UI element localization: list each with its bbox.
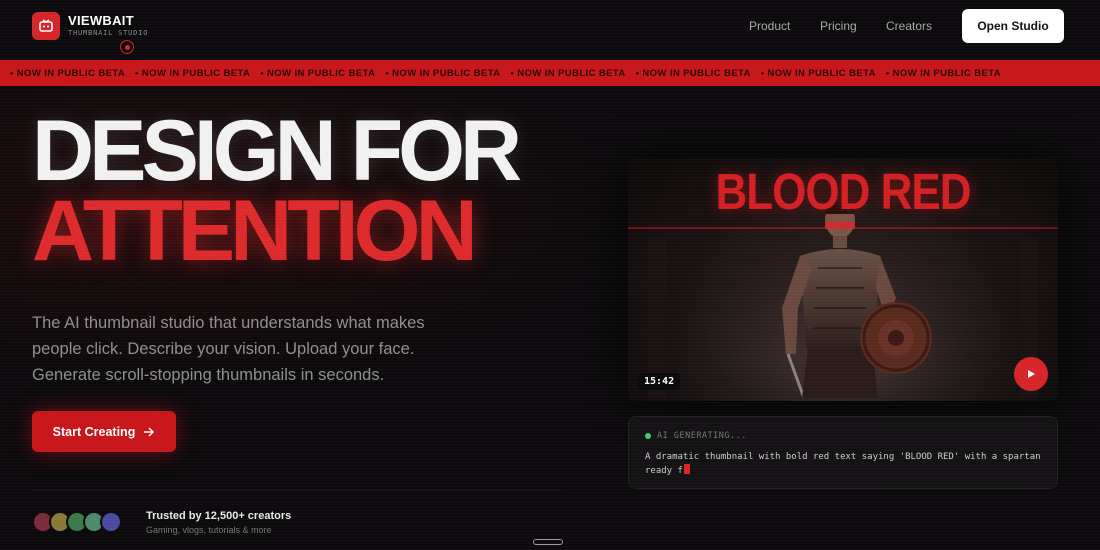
- start-creating-label: Start Creating: [52, 424, 136, 439]
- play-icon: [1028, 370, 1035, 378]
- ticker-item: • NOW IN PUBLIC BETA: [10, 67, 126, 79]
- brand-subtitle: THUMBNAIL STUDIO: [68, 29, 149, 37]
- hero-description: The AI thumbnail studio that understands…: [32, 314, 425, 384]
- thumbnail-preview: BLOOD RED 15:42: [628, 158, 1058, 401]
- nav-link-pricing[interactable]: Pricing: [820, 19, 857, 33]
- divider: [32, 490, 562, 491]
- prompt-content: A dramatic thumbnail with bold red text …: [645, 452, 1041, 476]
- open-studio-button[interactable]: Open Studio: [962, 9, 1064, 43]
- scroll-indicator[interactable]: [533, 539, 563, 545]
- trust-subtitle: Gaming, vlogs, tutorials & more: [146, 525, 272, 535]
- ticker-item: • NOW IN PUBLIC BETA: [385, 67, 501, 79]
- ai-prompt-card: AI GENERATING... A dramatic thumbnail wi…: [628, 416, 1058, 489]
- ticker-item: • NOW IN PUBLIC BETA: [635, 67, 751, 79]
- video-timecode: 15:42: [638, 373, 681, 390]
- trust-title: Trusted by 12,500+ creators: [146, 510, 292, 522]
- prompt-text: A dramatic thumbnail with bold red text …: [645, 450, 1045, 478]
- ticker-item: • NOW IN PUBLIC BETA: [885, 67, 1001, 79]
- top-nav: VIEWBAIT THUMBNAIL STUDIO Product Pricin…: [0, 0, 1100, 56]
- start-creating-button[interactable]: Start Creating: [32, 411, 176, 452]
- ticker-item: • NOW IN PUBLIC BETA: [260, 67, 376, 79]
- ticker-item: • NOW IN PUBLIC BETA: [510, 67, 626, 79]
- ticker-item: • NOW IN PUBLIC BETA: [135, 67, 251, 79]
- thumbnail-title: BLOOD RED: [715, 164, 972, 221]
- ticker-item: • NOW IN PUBLIC BETA: [760, 67, 876, 79]
- nav-link-creators[interactable]: Creators: [886, 19, 932, 33]
- hero-headline-line2: ATTENTION: [32, 183, 478, 279]
- nav-link-product[interactable]: Product: [749, 19, 790, 33]
- brand-name[interactable]: VIEWBAIT: [68, 13, 134, 28]
- status-dot-icon: [645, 433, 651, 439]
- logo-icon[interactable]: [32, 12, 60, 40]
- hero-headline-line1: DESIGN FOR: [32, 103, 522, 199]
- generation-status: AI GENERATING...: [657, 431, 747, 441]
- beta-ticker: • NOW IN PUBLIC BETA • NOW IN PUBLIC BET…: [0, 60, 1100, 86]
- record-icon: [120, 40, 134, 54]
- text-cursor: [683, 464, 690, 474]
- avatar: [100, 511, 122, 533]
- creator-avatars: [32, 511, 122, 533]
- play-button[interactable]: [1014, 357, 1048, 391]
- arrow-right-icon: [144, 426, 155, 437]
